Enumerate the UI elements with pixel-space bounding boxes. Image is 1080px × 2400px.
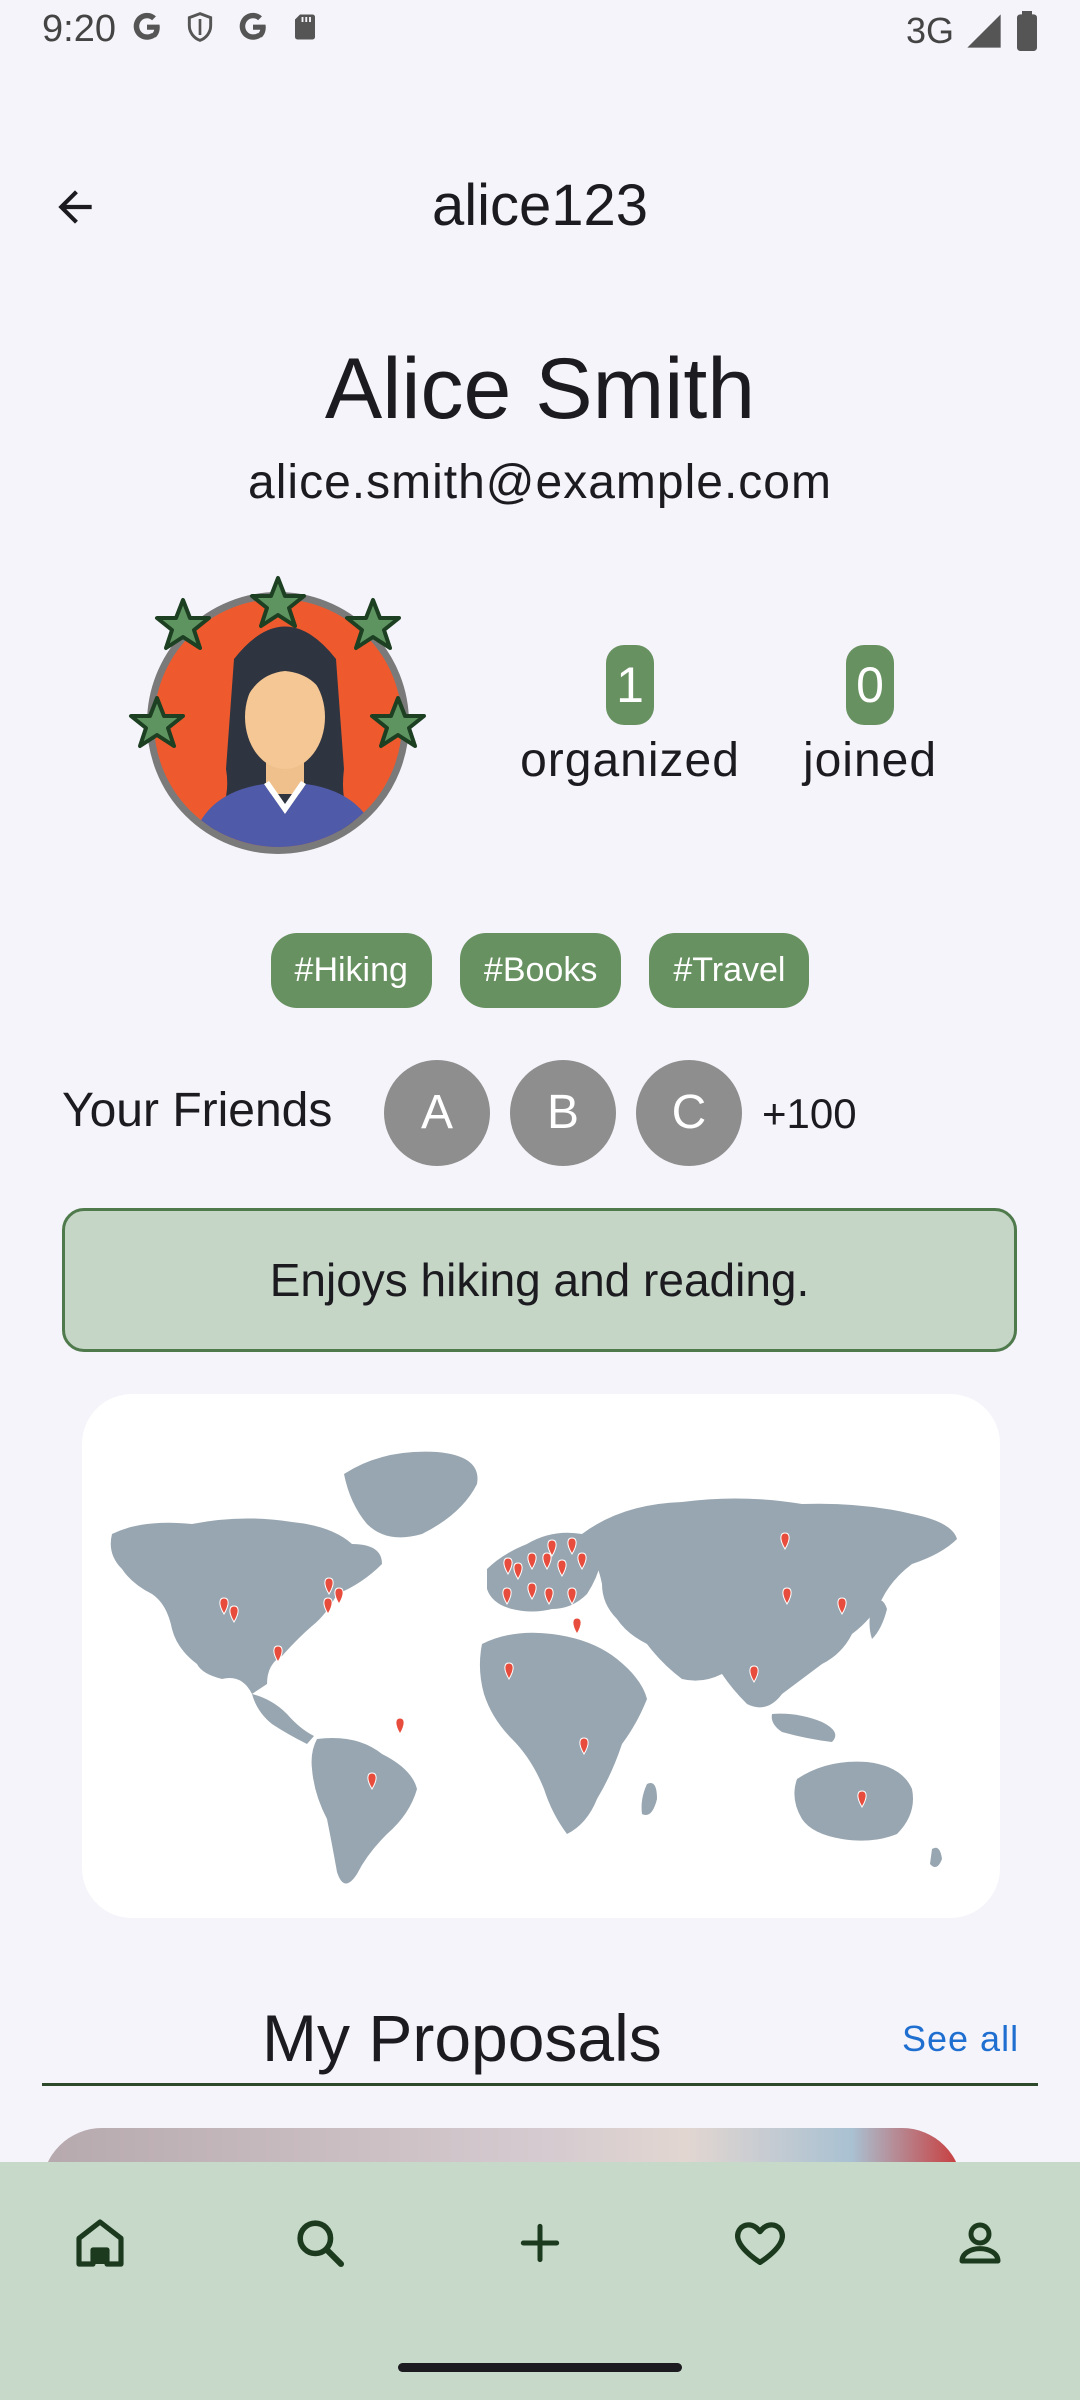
friends-more-count[interactable]: +100 [762,1090,857,1138]
google-icon [239,12,266,40]
plus-icon [520,2223,560,2263]
map-marker [572,1617,582,1635]
shield-icon [187,12,213,42]
profile-name: Alice Smith [324,341,756,437]
battery-icon [1017,11,1037,51]
nav-search[interactable] [275,2198,365,2288]
joined-count: 0 [846,645,894,725]
profile-email: alice.smith@example.com [248,456,832,509]
tag-hiking[interactable]: #Hiking [270,933,432,1008]
network-type: 3G [905,10,954,51]
organized-count: 1 [606,645,654,725]
friend-avatar-b[interactable]: B [510,1060,616,1166]
heart-icon [735,2222,785,2265]
see-all-link[interactable]: See all [902,2018,1019,2060]
stat-organized[interactable]: 1 organized [515,645,745,788]
stat-joined[interactable]: 0 joined [755,645,985,788]
home-indicator[interactable] [398,2363,682,2372]
google-icon [133,12,160,40]
nav-add[interactable] [495,2198,585,2288]
proposals-divider [42,2083,1038,2086]
organized-label: organized [520,734,740,787]
proposals-title: My Proposals [262,2001,662,2075]
map-marker [395,1717,405,1735]
star-rating-icon [129,576,426,748]
interest-tags: #Hiking #Books #Travel [0,933,1080,1008]
profile-avatar[interactable] [125,570,435,870]
friend-avatar-a[interactable]: A [384,1060,490,1166]
status-bar: 9:20 3G [0,0,1080,66]
search-icon [297,2220,345,2268]
friends-label: Your Friends [62,1084,333,1137]
tag-books[interactable]: #Books [459,933,622,1008]
signal-icon [967,14,1001,48]
world-map-icon [110,1451,957,1884]
nav-favorites[interactable] [715,2198,805,2288]
bio-box: Enjoys hiking and reading. [62,1208,1017,1352]
map-marker [334,1587,344,1605]
system-icons: 3G [906,10,1040,52]
tag-travel[interactable]: #Travel [649,933,810,1008]
joined-label: joined [802,734,938,787]
person-icon [959,2222,1001,2264]
friend-avatar-c[interactable]: C [636,1060,742,1166]
home-icon [76,2219,124,2267]
notification-icons [130,10,320,44]
page-title: alice123 [431,173,649,238]
status-time: 9:20 [42,8,116,50]
nav-profile[interactable] [935,2198,1025,2288]
nav-home[interactable] [55,2198,145,2288]
travel-map-card[interactable] [82,1394,1000,1918]
sd-card-icon [295,14,315,40]
